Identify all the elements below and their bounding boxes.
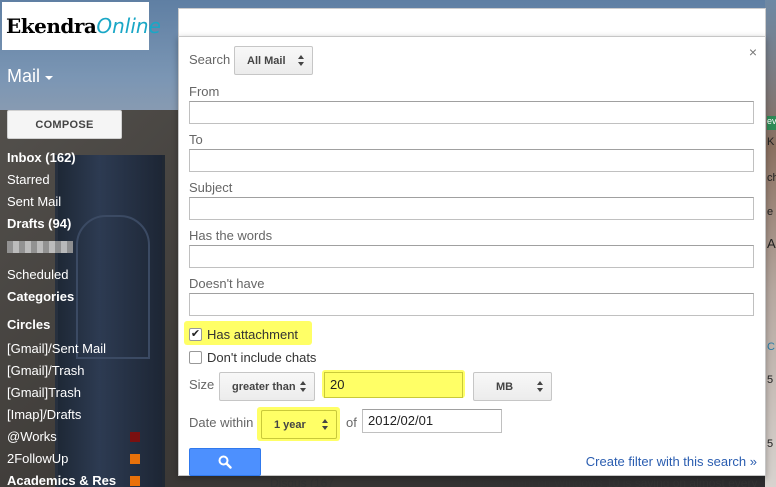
close-icon[interactable]: × <box>749 44 757 60</box>
label-color-swatch[interactable] <box>130 476 140 486</box>
compose-button[interactable]: COMPOSE <box>7 110 122 139</box>
select-arrows-icon <box>298 55 304 66</box>
sidebar-item-drafts[interactable]: Drafts (94) <box>7 213 147 235</box>
dont-include-chats-row[interactable]: Don't include chats <box>189 350 316 365</box>
redacted-label <box>7 240 73 253</box>
edge-text: C <box>767 341 775 353</box>
sidebar-label-gmailtrash[interactable]: [Gmail]Trash <box>7 382 147 404</box>
has-words-label: Has the words <box>189 228 273 243</box>
sidebar-item-redacted[interactable] <box>7 235 147 257</box>
dont-include-chats-label: Don't include chats <box>207 350 317 365</box>
sidebar-label-text: @Works <box>7 429 57 444</box>
edge-text: K <box>767 136 775 148</box>
sidebar-nav: Inbox (162) Starred Sent Mail Drafts (94… <box>7 147 147 487</box>
advanced-search-dialog: × Search All Mail From To Subject Has th… <box>178 36 766 476</box>
has-attachment-row[interactable]: ✔ Has attachment <box>189 327 298 342</box>
edge-text: A <box>767 236 776 251</box>
create-filter-link[interactable]: Create filter with this search » <box>586 454 757 469</box>
chevron-down-icon <box>45 75 54 80</box>
sidebar-label-works[interactable]: @Works <box>7 426 147 448</box>
sidebar-label-text: Academics & Res <box>7 473 117 487</box>
search-bar[interactable] <box>178 8 766 37</box>
search-scope-label: Search <box>189 52 231 67</box>
edge-text: 5 <box>767 374 774 386</box>
edge-badge: ev <box>767 116 776 130</box>
doesnt-have-field[interactable] <box>189 293 754 316</box>
search-button[interactable] <box>189 448 261 476</box>
sidebar-label-academics[interactable]: Academics & Res <box>7 470 147 487</box>
to-label: To <box>189 132 203 147</box>
date-input[interactable]: 2012/02/01 <box>362 409 502 433</box>
logo-part1: Ekendra <box>6 14 97 38</box>
from-label: From <box>189 84 220 99</box>
date-within-label: Date within <box>189 415 254 430</box>
from-field[interactable] <box>189 101 754 124</box>
size-value-input[interactable]: 20 <box>324 372 463 398</box>
select-arrows-icon <box>322 419 328 430</box>
sidebar-item-inbox[interactable]: Inbox (162) <box>7 147 147 169</box>
email-row-peek[interactable]: Disqus (167 Re: Comment on Windows 10 is… <box>180 476 770 487</box>
size-label: Size <box>189 377 215 392</box>
sidebar-label-followup[interactable]: 2FollowUp <box>7 448 147 470</box>
sidebar-item-sent[interactable]: Sent Mail <box>7 191 147 213</box>
size-unit-value: MB <box>496 380 514 393</box>
date-within-value: 1 year <box>274 418 306 431</box>
sidebar-item-starred[interactable]: Starred <box>7 169 147 191</box>
size-unit-select[interactable]: MB <box>473 372 552 401</box>
has-attachment-checkbox[interactable]: ✔ <box>189 328 202 341</box>
search-scope-select[interactable]: All Mail <box>234 46 313 75</box>
edge-text: 5 <box>767 438 774 450</box>
has-words-field[interactable] <box>189 245 754 268</box>
subject-field[interactable] <box>189 197 754 220</box>
sidebar-label-text: 2FollowUp <box>7 451 69 466</box>
peek-sender: Disqus (167 <box>270 476 335 487</box>
date-within-select[interactable]: 1 year <box>261 410 337 439</box>
sidebar-item-scheduled[interactable]: Scheduled <box>7 264 147 286</box>
sidebar-label-imap-drafts[interactable]: [Imap]/Drafts <box>7 404 147 426</box>
of-label: of <box>346 415 357 430</box>
search-scope-value: All Mail <box>247 54 286 67</box>
peek-subject: Re: Comment on Windows 10 is saving on a… <box>460 476 758 487</box>
mail-menu-button[interactable]: Mail <box>7 66 54 87</box>
sidebar-item-categories[interactable]: Categories <box>7 286 147 308</box>
search-icon <box>218 455 232 469</box>
has-attachment-label: Has attachment <box>207 327 299 342</box>
label-color-swatch[interactable] <box>130 432 140 442</box>
label-color-swatch[interactable] <box>130 454 140 464</box>
sidebar-label-gmail-trash[interactable]: [Gmail]/Trash <box>7 360 147 382</box>
sidebar-label-gmail-sent[interactable]: [Gmail]/Sent Mail <box>7 338 147 360</box>
sidebar-item-circles[interactable]: Circles <box>7 314 147 338</box>
dont-include-chats-checkbox[interactable] <box>189 351 202 364</box>
select-arrows-icon <box>300 381 306 392</box>
doesnt-have-label: Doesn't have <box>189 276 265 291</box>
edge-text: ch <box>767 172 776 184</box>
subject-label: Subject <box>189 180 233 195</box>
mail-title: Mail <box>7 66 41 86</box>
size-operator-select[interactable]: greater than <box>219 372 315 401</box>
select-arrows-icon <box>537 381 543 392</box>
size-operator-value: greater than <box>232 380 296 393</box>
to-field[interactable] <box>189 149 754 172</box>
edge-text: e <box>767 206 774 218</box>
site-logo: Ekendra Online <box>2 2 161 50</box>
logo-part2: Online <box>96 14 161 38</box>
